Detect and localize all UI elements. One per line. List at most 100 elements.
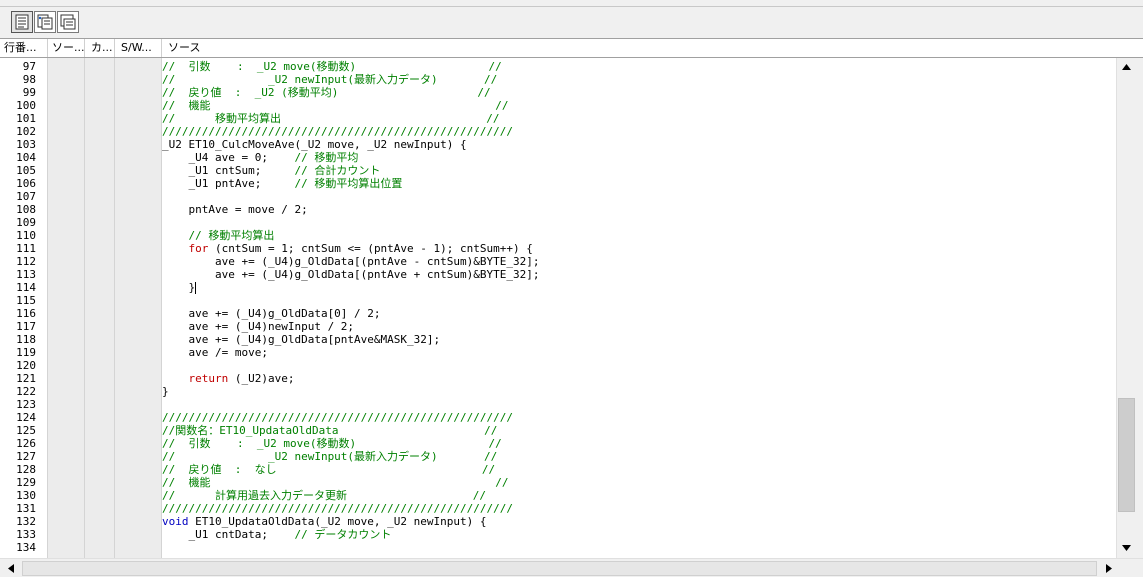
horizontal-scroll-thumb[interactable]	[22, 561, 1097, 576]
line-code: ave += (_U4)newInput / 2;	[162, 320, 354, 333]
line-code: pntAve = move / 2;	[162, 203, 308, 216]
code-line[interactable]: 118 ave += (_U4)g_OldData[pntAve&MASK_32…	[0, 333, 1116, 346]
code-line[interactable]: 113 ave += (_U4)g_OldData[(pntAve + cntS…	[0, 268, 1116, 281]
code-comment: // データカウント	[294, 528, 392, 541]
line-number: 124	[16, 411, 36, 424]
scroll-down-button[interactable]	[1118, 539, 1135, 556]
vertical-scrollbar[interactable]	[1116, 58, 1143, 558]
mixed-view-button[interactable]	[34, 11, 56, 33]
scroll-up-button[interactable]	[1118, 58, 1135, 75]
code-text: (_U2)ave;	[228, 372, 295, 385]
code-line[interactable]: 131 /////////////////////////////////////…	[0, 502, 1116, 515]
code-comment: // 移動平均算出	[188, 229, 275, 242]
line-number: 112	[16, 255, 36, 268]
arrow-up-icon	[1122, 63, 1131, 70]
code-line[interactable]: 116 ave += (_U4)g_OldData[0] / 2;	[0, 307, 1116, 320]
code-text: }	[162, 385, 169, 398]
code-line[interactable]: 98 // _U2 newInput(最新入力データ) //	[0, 73, 1116, 86]
line-number: 129	[16, 476, 36, 489]
horizontal-scrollbar[interactable]	[0, 558, 1143, 577]
code-line[interactable]: 119 ave /= move;	[0, 346, 1116, 359]
code-line[interactable]: 103 _U2 ET10_CulcMoveAve(_U2 move, _U2 ne…	[0, 138, 1116, 151]
scroll-right-button[interactable]	[1100, 560, 1117, 577]
code-line[interactable]: 123	[0, 398, 1116, 411]
code-comment: // 機能 //	[162, 476, 509, 489]
code-line[interactable]: 126 // 引数 : _U2 move(移動数) //	[0, 437, 1116, 450]
code-line[interactable]: 129 // 機能 //	[0, 476, 1116, 489]
code-line[interactable]: 121 return (_U2)ave;	[0, 372, 1116, 385]
code-line[interactable]: 101 // 移動平均算出 //	[0, 112, 1116, 125]
code-comment: // _U2 newInput(最新入力データ) //	[162, 73, 498, 86]
code-line[interactable]: 111 for (cntSum = 1; cntSum <= (pntAve -…	[0, 242, 1116, 255]
code-line[interactable]: 106 _U1 pntAve; // 移動平均算出位置	[0, 177, 1116, 190]
line-number: 130	[16, 489, 36, 502]
code-text: pntAve = move / 2;	[162, 203, 308, 216]
code-text: _U1 pntAve;	[162, 177, 295, 190]
column-header: 行番... ソー... カ... S/W... ソース	[0, 38, 1143, 58]
code-line[interactable]: 132 void ET10_UpdataOldData(_U2 move, _U2…	[0, 515, 1116, 528]
line-code: // _U2 newInput(最新入力データ) //	[162, 73, 497, 86]
code-line[interactable]: 99 // 戻り値 : _U2 (移動平均) //	[0, 86, 1116, 99]
code-line[interactable]: 124 /////////////////////////////////////…	[0, 411, 1116, 424]
column-source[interactable]: ソース	[162, 39, 1143, 57]
code-line[interactable]: 112 ave += (_U4)g_OldData[(pntAve - cntS…	[0, 255, 1116, 268]
line-number: 101	[16, 112, 36, 125]
line-code: _U1 cntSum; // 合計カウント	[162, 164, 380, 177]
code-line[interactable]: 134	[0, 541, 1116, 554]
code-line[interactable]: 122}	[0, 385, 1116, 398]
code-line[interactable]: 115	[0, 294, 1116, 307]
line-number: 117	[16, 320, 36, 333]
code-line[interactable]: 130 // 計算用過去入力データ更新 //	[0, 489, 1116, 502]
line-code: // 引数 : _U2 move(移動数) //	[162, 60, 502, 73]
code-line[interactable]: 100 // 機能 //	[0, 99, 1116, 112]
source-view-icon	[15, 14, 29, 30]
code-line[interactable]: 125 //関数名：ET10_UpdataOldData //	[0, 424, 1116, 437]
code-line[interactable]: 127 // _U2 newInput(最新入力データ) //	[0, 450, 1116, 463]
column-sw-breakpoint[interactable]: S/W...	[115, 39, 162, 57]
code-line[interactable]: 133 _U1 cntData; // データカウント	[0, 528, 1116, 541]
code-text: }	[162, 281, 196, 294]
line-code: ////////////////////////////////////////…	[162, 502, 513, 515]
line-number: 97	[22, 60, 36, 73]
line-code: // 移動平均算出	[162, 229, 275, 242]
source-editor[interactable]: 97 // 引数 : _U2 move(移動数) // 98 // _U2 newIn…	[0, 58, 1143, 558]
line-number: 126	[16, 437, 36, 450]
code-line[interactable]: 117 ave += (_U4)newInput / 2;	[0, 320, 1116, 333]
scroll-left-button[interactable]	[2, 560, 19, 577]
code-text: (cntSum = 1; cntSum <= (pntAve - 1); cnt…	[208, 242, 533, 255]
code-line[interactable]: 105 _U1 cntSum; // 合計カウント	[0, 164, 1116, 177]
code-line[interactable]: 128 // 戻り値 : なし //	[0, 463, 1116, 476]
code-line[interactable]: 102 /////////////////////////////////////…	[0, 125, 1116, 138]
line-code: ////////////////////////////////////////…	[162, 125, 513, 138]
line-code: _U1 pntAve; // 移動平均算出位置	[162, 177, 402, 190]
source-view-button[interactable]	[11, 11, 33, 33]
code-line[interactable]: 104 _U4 ave = 0; // 移動平均	[0, 151, 1116, 164]
line-number: 107	[16, 190, 36, 203]
code-line[interactable]: 97 // 引数 : _U2 move(移動数) //	[0, 60, 1116, 73]
code-line[interactable]: 108 pntAve = move / 2;	[0, 203, 1116, 216]
line-code: _U1 cntData; // データカウント	[162, 528, 391, 541]
column-coverage[interactable]: カ...	[85, 39, 115, 57]
code-comment: // 移動平均	[294, 151, 359, 164]
text-caret	[195, 282, 197, 294]
code-text: ave /= move;	[162, 346, 268, 359]
column-source-address[interactable]: ソー...	[48, 39, 85, 57]
code-line[interactable]: 110 // 移動平均算出	[0, 229, 1116, 242]
line-code: //関数名：ET10_UpdataOldData //	[162, 424, 497, 437]
code-line[interactable]: 114 }	[0, 281, 1116, 294]
line-code: ave += (_U4)g_OldData[pntAve&MASK_32];	[162, 333, 440, 346]
arrow-right-icon	[1105, 564, 1112, 573]
vertical-scroll-thumb[interactable]	[1118, 398, 1135, 512]
line-code: ave += (_U4)g_OldData[0] / 2;	[162, 307, 380, 320]
code-line[interactable]: 107	[0, 190, 1116, 203]
code-comment: // 計算用過去入力データ更新 //	[162, 489, 487, 502]
line-number: 116	[16, 307, 36, 320]
code-text: ave += (_U4)g_OldData[pntAve&MASK_32];	[162, 333, 441, 346]
column-line-number[interactable]: 行番...	[0, 39, 48, 57]
code-line[interactable]: 109	[0, 216, 1116, 229]
disassembly-view-button[interactable]	[57, 11, 79, 33]
code-line[interactable]: 120	[0, 359, 1116, 372]
